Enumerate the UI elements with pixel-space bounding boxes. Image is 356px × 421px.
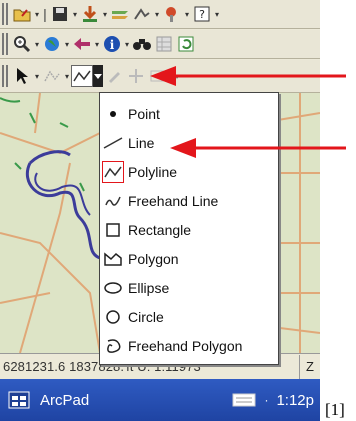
symbology-icon[interactable]: [131, 3, 153, 25]
footnote-reference: [1]: [325, 400, 345, 419]
menu-item-label: Point: [128, 106, 160, 122]
menu-item-circle[interactable]: Circle: [100, 304, 278, 330]
layers-icon[interactable]: [109, 3, 131, 25]
menu-item-label: Rectangle: [128, 222, 192, 238]
menu-item-rectangle[interactable]: Rectangle: [100, 217, 278, 243]
find-binoculars-icon[interactable]: [131, 33, 153, 55]
menu-item-label: Polyline: [128, 164, 178, 180]
clock[interactable]: 1:12p: [276, 392, 314, 409]
menu-item-freehand-line[interactable]: Freehand Line: [100, 188, 278, 214]
active-app-name[interactable]: ArcPad: [40, 392, 89, 409]
add-layer-icon[interactable]: [79, 3, 101, 25]
identify-dropdown-caret[interactable]: ▾: [123, 33, 131, 55]
polyline-tool-icon[interactable]: [71, 65, 93, 87]
toolbar-main: ▾ | ▾ ▾ ▾ ▾ ? ▾: [0, 0, 320, 29]
open-icon[interactable]: [11, 3, 33, 25]
zoom-dropdown-caret[interactable]: ▾: [33, 33, 41, 55]
save-icon[interactable]: [49, 3, 71, 25]
help-dropdown-caret[interactable]: ▾: [213, 3, 221, 25]
globe-dropdown-caret[interactable]: ▾: [63, 33, 71, 55]
polygon-icon: [102, 248, 124, 270]
back-dropdown-caret[interactable]: ▾: [93, 33, 101, 55]
menu-item-label: Line: [128, 135, 155, 151]
toolbar-browse: ▾ ▾ ▾ i ▾: [0, 30, 320, 59]
vertex-edit-icon: [41, 65, 63, 87]
menu-item-label: Ellipse: [128, 280, 170, 296]
toolbar-grip[interactable]: [2, 3, 8, 25]
move-tool-icon: [125, 65, 147, 87]
globe-icon[interactable]: [41, 33, 63, 55]
status-right-cell[interactable]: Z: [299, 354, 320, 379]
menu-item-label: Circle: [128, 309, 164, 325]
edit-tool-icon: [103, 65, 125, 87]
menu-item-label: Polygon: [128, 251, 179, 267]
menu-item-polygon[interactable]: Polygon: [100, 246, 278, 272]
tools-icon[interactable]: [161, 3, 183, 25]
annotation-arrow-toolbar: [150, 66, 346, 86]
menu-item-freehand-polygon[interactable]: Freehand Polygon: [100, 333, 278, 359]
polyline-icon: [102, 161, 124, 183]
help-icon[interactable]: ?: [191, 3, 213, 25]
zoom-in-icon[interactable]: [11, 33, 33, 55]
toolbar-separator: |: [43, 6, 47, 22]
circle-icon: [102, 306, 124, 328]
menu-item-point[interactable]: Point: [100, 101, 278, 127]
toolbar-grip[interactable]: [2, 65, 8, 87]
identify-icon[interactable]: i: [101, 33, 123, 55]
menu-item-ellipse[interactable]: Ellipse: [100, 275, 278, 301]
taskbar: ArcPad · 1:12p: [0, 379, 320, 421]
open-dropdown-caret[interactable]: ▾: [33, 3, 41, 25]
back-arrow-icon[interactable]: [71, 33, 93, 55]
select-pointer-icon[interactable]: [11, 65, 33, 87]
tools-dropdown-caret[interactable]: ▾: [183, 3, 191, 25]
rectangle-icon: [102, 219, 124, 241]
shape-tool-menu: Point Line Polyline Freehand Line Rectan…: [99, 92, 279, 365]
table-grid-icon[interactable]: [153, 33, 175, 55]
keyboard-icon[interactable]: [230, 391, 258, 409]
select-dropdown-caret[interactable]: ▾: [33, 65, 41, 87]
menu-item-label: Freehand Polygon: [128, 338, 243, 354]
annotation-arrow-polyline: [170, 138, 346, 158]
line-icon: [102, 132, 124, 154]
menu-item-polyline[interactable]: Polyline: [100, 159, 278, 185]
menu-item-label: Freehand Line: [128, 193, 219, 209]
svg-text:?: ?: [199, 8, 205, 21]
taskbar-dot-icon: ·: [264, 393, 269, 407]
add-layer-dropdown-caret[interactable]: ▾: [101, 3, 109, 25]
start-windows-icon[interactable]: [6, 387, 32, 413]
symbology-dropdown-caret[interactable]: ▾: [153, 3, 161, 25]
vertex-dropdown-caret: ▾: [64, 71, 69, 81]
point-icon: [102, 103, 124, 125]
svg-text:i: i: [110, 38, 115, 52]
refresh-icon[interactable]: [175, 33, 197, 55]
ellipse-icon: [102, 277, 124, 299]
freehand-polygon-icon: [102, 335, 124, 357]
toolbar-grip[interactable]: [2, 33, 8, 55]
freehand-line-icon: [102, 190, 124, 212]
shape-tool-dropdown-button[interactable]: [93, 65, 103, 87]
save-dropdown-caret[interactable]: ▾: [71, 3, 79, 25]
